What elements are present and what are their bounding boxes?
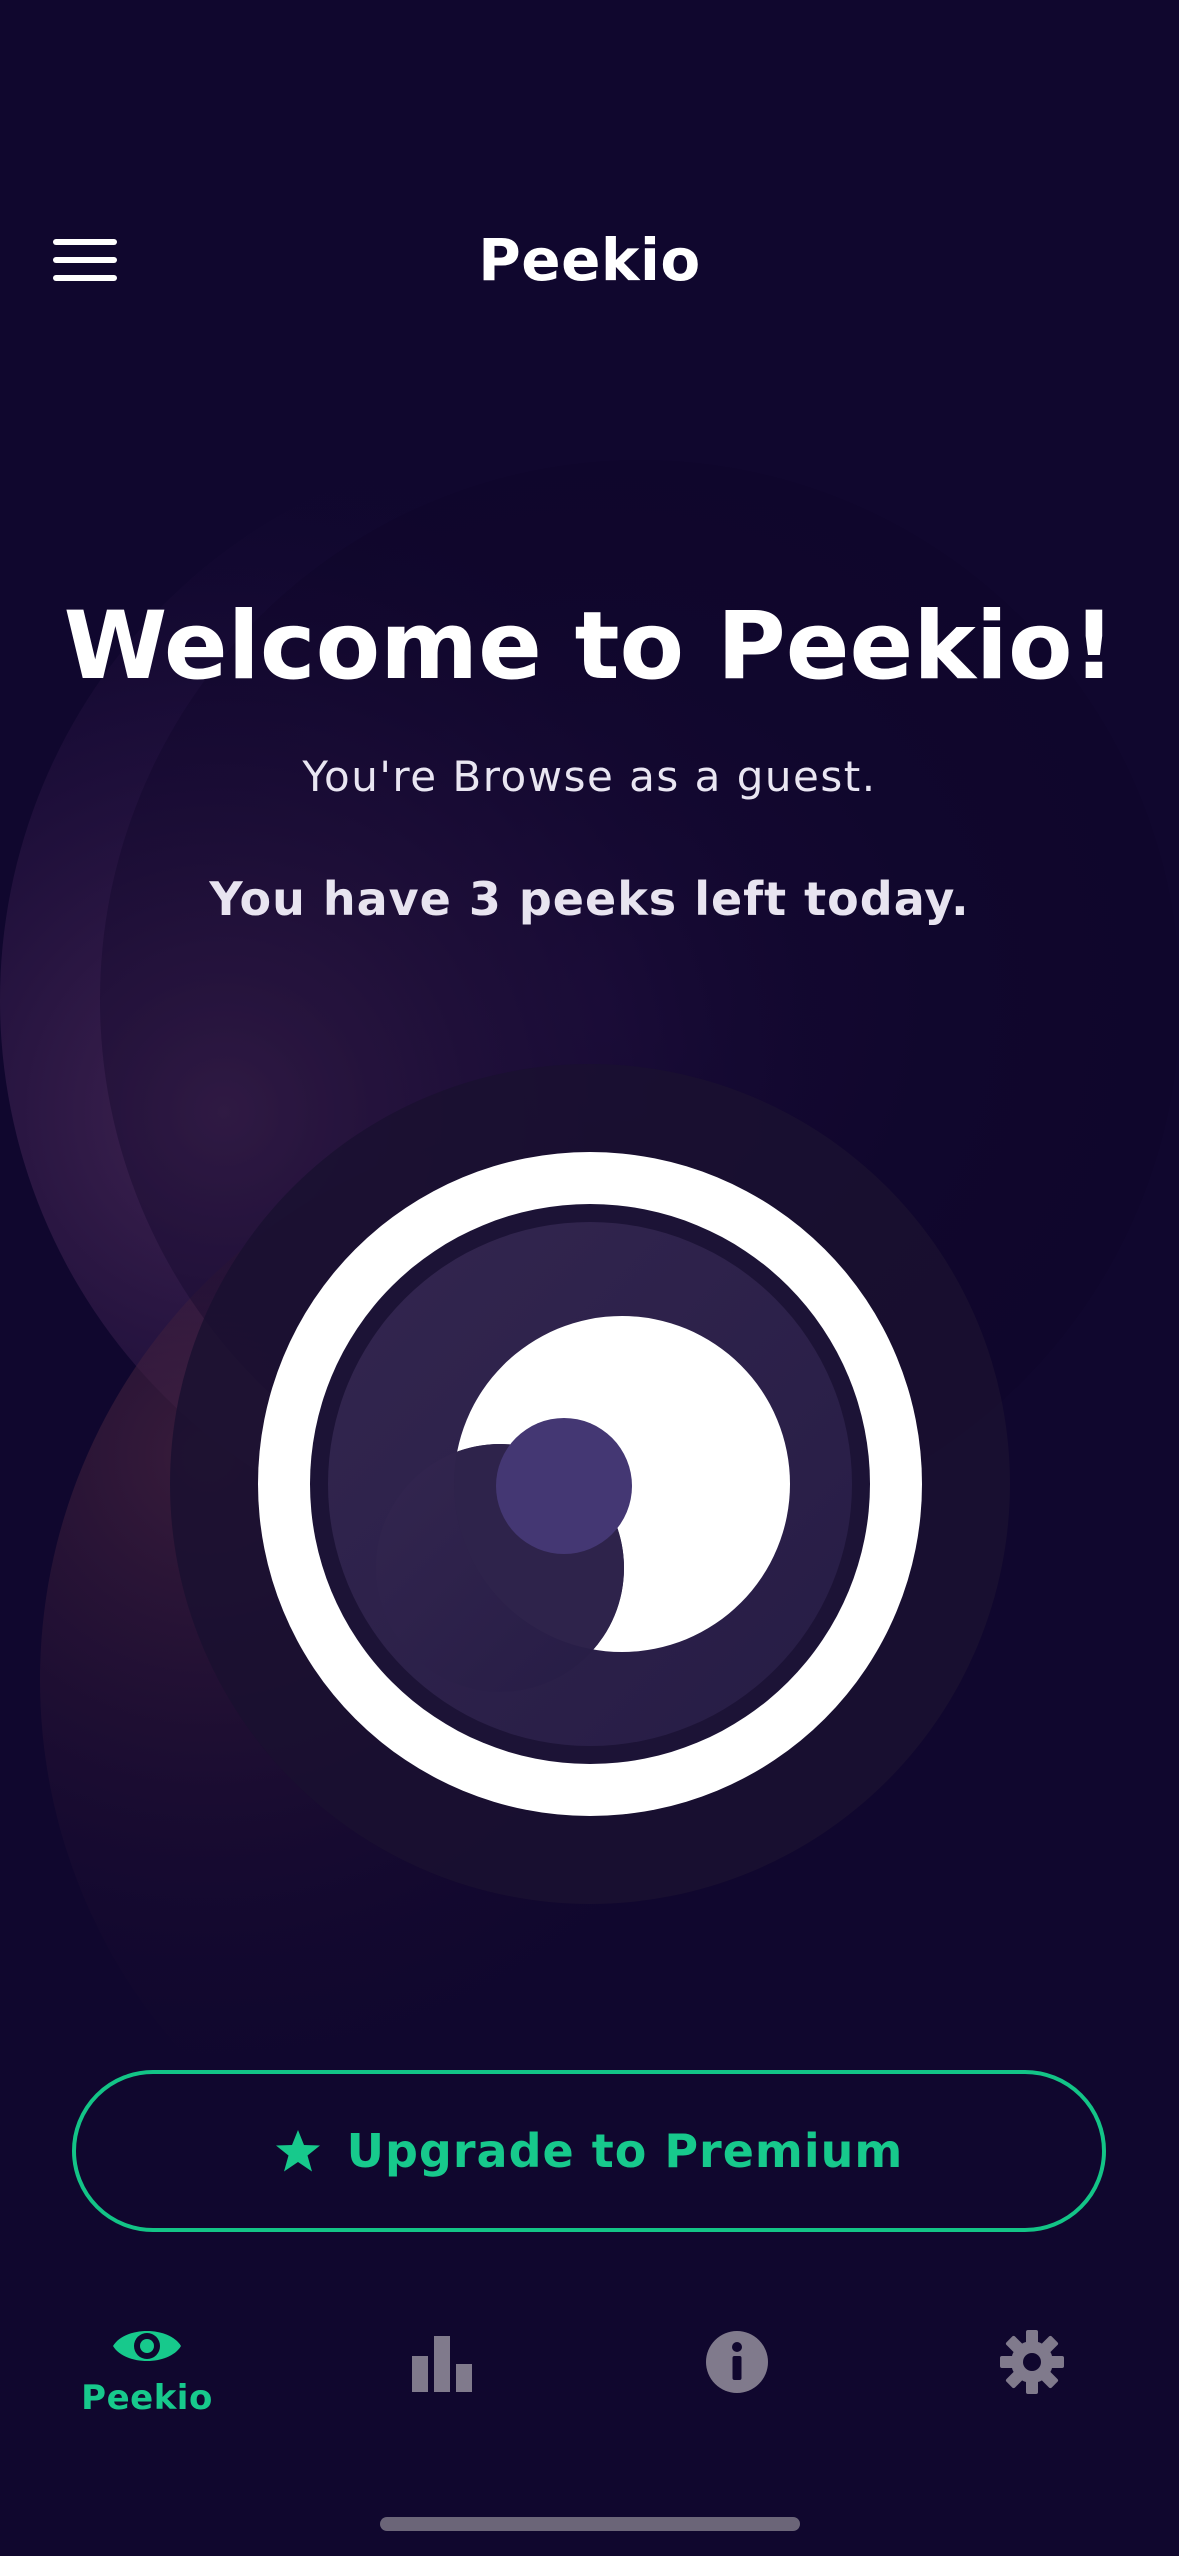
bar-chart-icon: [412, 2336, 472, 2392]
app-screen: Peekio Welcome to Peekio! You're Browse …: [0, 0, 1179, 2556]
bottom-tab-bar: Peekio: [0, 2300, 1179, 2460]
info-icon: [706, 2331, 768, 2393]
star-icon: [275, 2130, 320, 2172]
top-bar: Peekio: [0, 200, 1179, 320]
tab-stats[interactable]: [342, 2300, 542, 2450]
eye-icon: [113, 2331, 181, 2361]
upgrade-label: Upgrade to Premium: [346, 2124, 904, 2178]
upgrade-premium-button[interactable]: Upgrade to Premium: [72, 2070, 1106, 2232]
gear-icon: [1000, 2330, 1064, 2394]
welcome-heading: Welcome to Peekio!: [63, 592, 1116, 701]
peeks-remaining-text: You have 3 peeks left today.: [209, 872, 970, 926]
app-title: Peekio: [478, 226, 701, 294]
tab-peekio-label: Peekio: [81, 2378, 213, 2418]
guest-status-text: You're Browse as a guest.: [302, 752, 877, 801]
home-indicator[interactable]: [380, 2517, 800, 2531]
tab-info[interactable]: [637, 2300, 837, 2450]
peek-button[interactable]: [170, 1064, 1010, 1904]
tab-peekio[interactable]: Peekio: [47, 2300, 247, 2450]
peek-eye-icon: [170, 1064, 1010, 1904]
tab-settings[interactable]: [932, 2300, 1132, 2450]
